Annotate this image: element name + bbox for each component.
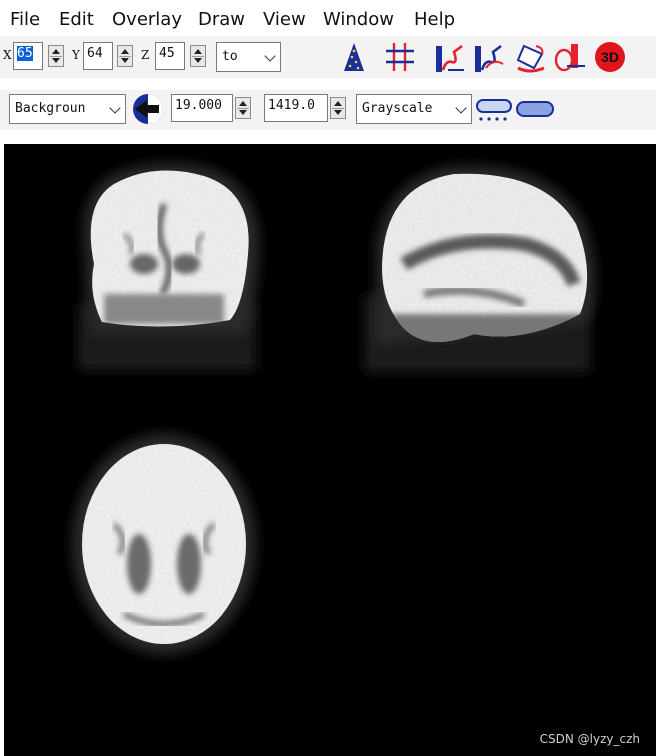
max-intensity-field[interactable]: 1419.0 [264, 94, 328, 122]
menu-help[interactable]: Help [414, 9, 455, 30]
colorbar-toggle-icon[interactable] [515, 94, 554, 128]
x-label: X [3, 48, 12, 62]
menu-bar: File Edit Overlay Draw View Window Help [0, 0, 656, 36]
layer-dropdown[interactable]: Backgroun [9, 94, 126, 124]
swap-layer-icon[interactable] [129, 92, 163, 126]
y-spinner[interactable] [117, 45, 133, 67]
axial-slice[interactable] [72, 434, 256, 654]
x-spinner[interactable] [48, 45, 64, 67]
sagittal-slice[interactable] [364, 164, 596, 372]
coronal-slice[interactable] [78, 162, 264, 370]
grid-hash-icon[interactable] [383, 40, 417, 74]
pen-eraser-icon[interactable] [553, 40, 587, 74]
min-intensity-field[interactable]: 19.000 [171, 94, 233, 122]
image-viewer[interactable]: CSDN @lyzy_czh [4, 144, 656, 756]
z-label: Z [141, 48, 150, 62]
chevron-down-icon [109, 102, 121, 114]
menu-edit[interactable]: Edit [59, 9, 94, 30]
bucket-fill-icon[interactable] [514, 40, 548, 74]
menu-file[interactable]: File [10, 9, 40, 30]
z-spinner[interactable] [190, 45, 206, 67]
z-coordinate-field[interactable]: 45 [155, 42, 185, 70]
crosshair-cone-icon[interactable] [337, 40, 371, 74]
render-3d-icon[interactable]: 3D [593, 40, 627, 74]
max-intensity-spinner[interactable] [330, 97, 346, 119]
colorbar-histogram-icon[interactable] [475, 94, 512, 128]
goto-dropdown[interactable]: to [216, 42, 281, 72]
menu-window[interactable]: Window [323, 9, 394, 30]
watermark: CSDN @lyzy_czh [539, 732, 640, 746]
x-coordinate-field[interactable]: 65 [13, 42, 43, 70]
menu-draw[interactable]: Draw [198, 9, 245, 30]
svg-text:3D: 3D [601, 49, 619, 65]
ruler-curve-red-icon[interactable] [434, 40, 468, 74]
y-coordinate-field[interactable]: 64 [83, 42, 113, 70]
menu-overlay[interactable]: Overlay [112, 9, 182, 30]
chevron-down-icon [264, 50, 276, 62]
ruler-curve-blue-icon[interactable] [473, 40, 507, 74]
y-label: Y [72, 48, 80, 62]
min-intensity-spinner[interactable] [235, 97, 251, 119]
colormap-dropdown[interactable]: Grayscale [356, 94, 472, 124]
menu-view[interactable]: View [263, 9, 306, 30]
chevron-down-icon [455, 102, 467, 114]
